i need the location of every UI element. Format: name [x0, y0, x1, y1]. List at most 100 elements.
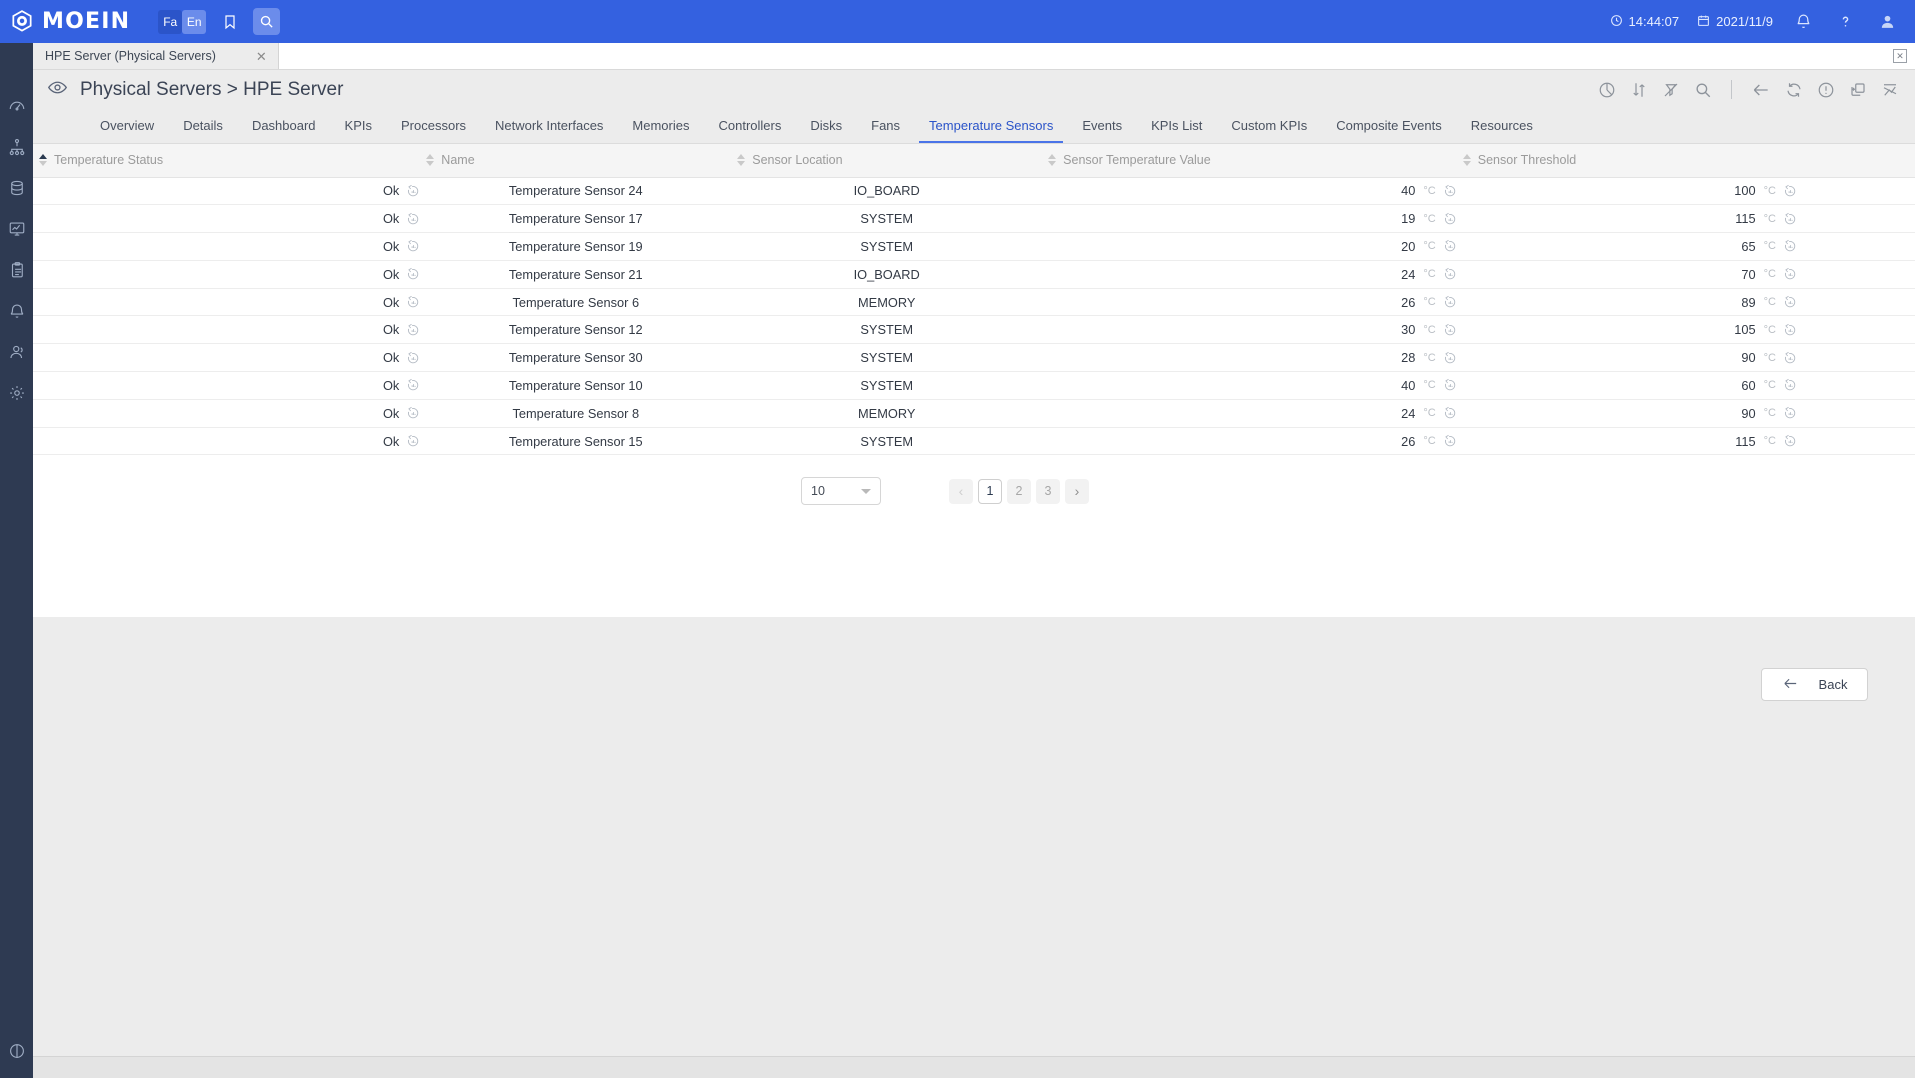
chart-cross-icon[interactable] [1881, 81, 1899, 99]
nav-tab-controllers[interactable]: Controllers [709, 118, 792, 143]
table-row[interactable]: Ok Temperature Sensor 30 SYSTEM 28 °C 90 °C [33, 343, 1915, 373]
history-chart-icon[interactable] [1443, 378, 1457, 392]
sidebar-item-monitoring[interactable] [0, 208, 33, 249]
sidebar-item-dashboard[interactable] [0, 85, 33, 126]
lang-en-button[interactable]: En [182, 9, 207, 34]
pagination-prev-button[interactable]: ‹ [949, 478, 973, 504]
nav-tab-composite-events[interactable]: Composite Events [1326, 118, 1452, 143]
bookmark-icon[interactable] [216, 8, 243, 35]
nav-tab-fans[interactable]: Fans [861, 118, 910, 143]
table-row[interactable]: Ok Temperature Sensor 10 SYSTEM 40 °C 60 °C [33, 371, 1915, 400]
sidebar-item-inventory[interactable] [0, 167, 33, 208]
table-row[interactable]: Ok Temperature Sensor 19 SYSTEM 20 °C 65 °C [33, 232, 1915, 261]
history-chart-icon[interactable] [1783, 434, 1797, 448]
pagination-page-2[interactable]: 2 [1007, 478, 1031, 504]
sidebar-item-topology[interactable] [0, 126, 33, 167]
user-avatar-icon[interactable] [1875, 10, 1899, 34]
table-row[interactable]: Ok Temperature Sensor 8 MEMORY 24 °C 90 °C [33, 399, 1915, 428]
duplicate-icon[interactable] [1849, 81, 1867, 99]
column-sorter[interactable] [1048, 154, 1057, 167]
nav-tab-kpis[interactable]: KPIs [335, 118, 382, 143]
history-chart-icon[interactable] [1783, 239, 1797, 253]
language-switch[interactable]: Fa En [158, 9, 207, 34]
nav-tab-temperature-sensors[interactable]: Temperature Sensors [919, 118, 1064, 143]
history-chart-icon[interactable] [406, 239, 420, 253]
history-chart-icon[interactable] [1783, 378, 1797, 392]
history-chart-icon[interactable] [406, 323, 420, 337]
history-chart-icon[interactable] [406, 212, 420, 226]
nav-tab-network-interfaces[interactable]: Network Interfaces [485, 118, 613, 143]
sidebar-item-settings[interactable] [0, 372, 33, 413]
column-header-name[interactable]: Name [420, 144, 732, 178]
history-chart-icon[interactable] [1783, 323, 1797, 337]
nav-tab-overview[interactable]: Overview [90, 118, 164, 143]
nav-tab-kpis-list[interactable]: KPIs List [1141, 118, 1212, 143]
pagination-page-3[interactable]: 3 [1036, 478, 1060, 504]
history-chart-icon[interactable] [1783, 351, 1797, 365]
table-row[interactable]: Ok Temperature Sensor 6 MEMORY 26 °C 89 °C [33, 288, 1915, 317]
column-header-temperature-status[interactable]: Temperature Status [33, 144, 421, 178]
column-header-sensor-threshold[interactable]: Sensor Threshold [1456, 144, 1915, 178]
column-sorter[interactable] [426, 154, 435, 167]
question-mark-icon[interactable] [1833, 10, 1857, 34]
search-icon[interactable] [253, 8, 281, 35]
history-chart-icon[interactable] [1783, 406, 1797, 420]
column-header-sensor-temperature-value[interactable]: Sensor Temperature Value [1042, 144, 1457, 178]
history-chart-icon[interactable] [1443, 239, 1457, 253]
brand-logo[interactable]: MOEIN [0, 9, 130, 35]
nav-tab-details[interactable]: Details [173, 118, 233, 143]
history-chart-icon[interactable] [1443, 184, 1457, 198]
history-chart-icon[interactable] [406, 351, 420, 365]
sidebar-collapse-button[interactable] [0, 1042, 33, 1060]
history-chart-icon[interactable] [1443, 434, 1457, 448]
back-button[interactable]: Back [1761, 668, 1868, 701]
sort-arrows-icon[interactable] [1630, 81, 1648, 99]
arrow-left-icon[interactable] [1751, 80, 1771, 100]
info-circle-icon[interactable] [1817, 81, 1835, 99]
no-filter-icon[interactable] [1662, 81, 1680, 99]
history-chart-icon[interactable] [406, 406, 420, 420]
history-chart-icon[interactable] [406, 267, 420, 281]
close-all-tabs-icon[interactable]: ✕ [1893, 49, 1907, 63]
history-chart-icon[interactable] [1443, 406, 1457, 420]
table-row[interactable]: Ok Temperature Sensor 17 SYSTEM 19 °C 115 °C [33, 204, 1915, 234]
column-header-sensor-location[interactable]: Sensor Location [731, 144, 1043, 178]
history-chart-icon[interactable] [1443, 351, 1457, 365]
nav-tab-disks[interactable]: Disks [800, 118, 852, 143]
table-row[interactable]: Ok Temperature Sensor 24 IO_BOARD 40 °C 100 °C [33, 177, 1915, 206]
pie-chart-icon[interactable] [1598, 81, 1616, 99]
pagination-next-button[interactable]: › [1065, 478, 1089, 504]
nav-tab-processors[interactable]: Processors [391, 118, 476, 143]
column-sorter[interactable] [39, 154, 47, 167]
history-chart-icon[interactable] [1443, 267, 1457, 281]
table-row[interactable]: Ok Temperature Sensor 12 SYSTEM 30 °C 105 °C [33, 315, 1915, 345]
sidebar-item-reports[interactable] [0, 249, 33, 290]
history-chart-icon[interactable] [1783, 267, 1797, 281]
history-chart-icon[interactable] [1783, 212, 1797, 226]
nav-tab-resources[interactable]: Resources [1461, 118, 1543, 143]
history-chart-icon[interactable] [406, 295, 420, 309]
refresh-icon[interactable] [1785, 81, 1803, 99]
history-chart-icon[interactable] [406, 184, 420, 198]
document-tab-hpe-server[interactable]: HPE Server (Physical Servers) ✕ [33, 43, 279, 69]
history-chart-icon[interactable] [406, 434, 420, 448]
history-chart-icon[interactable] [1443, 295, 1457, 309]
nav-tab-custom-kpis[interactable]: Custom KPIs [1221, 118, 1317, 143]
page-size-select[interactable]: 10 [801, 477, 881, 506]
table-row[interactable]: Ok Temperature Sensor 15 SYSTEM 26 °C 115 °C [33, 427, 1915, 456]
pagination-page-1[interactable]: 1 [978, 478, 1002, 504]
sidebar-item-users[interactable] [0, 331, 33, 372]
bell-icon[interactable] [1791, 10, 1815, 34]
sidebar-item-alerts[interactable] [0, 290, 33, 331]
column-sorter[interactable] [1462, 154, 1471, 167]
nav-tab-memories[interactable]: Memories [622, 118, 699, 143]
history-chart-icon[interactable] [406, 378, 420, 392]
table-row[interactable]: Ok Temperature Sensor 21 IO_BOARD 24 °C 70 °C [33, 260, 1915, 289]
search-icon[interactable] [1694, 81, 1712, 99]
history-chart-icon[interactable] [1443, 212, 1457, 226]
history-chart-icon[interactable] [1783, 184, 1797, 198]
history-chart-icon[interactable] [1783, 295, 1797, 309]
lang-fa-button[interactable]: Fa [158, 9, 183, 34]
history-chart-icon[interactable] [1443, 323, 1457, 337]
nav-tab-dashboard[interactable]: Dashboard [242, 118, 326, 143]
